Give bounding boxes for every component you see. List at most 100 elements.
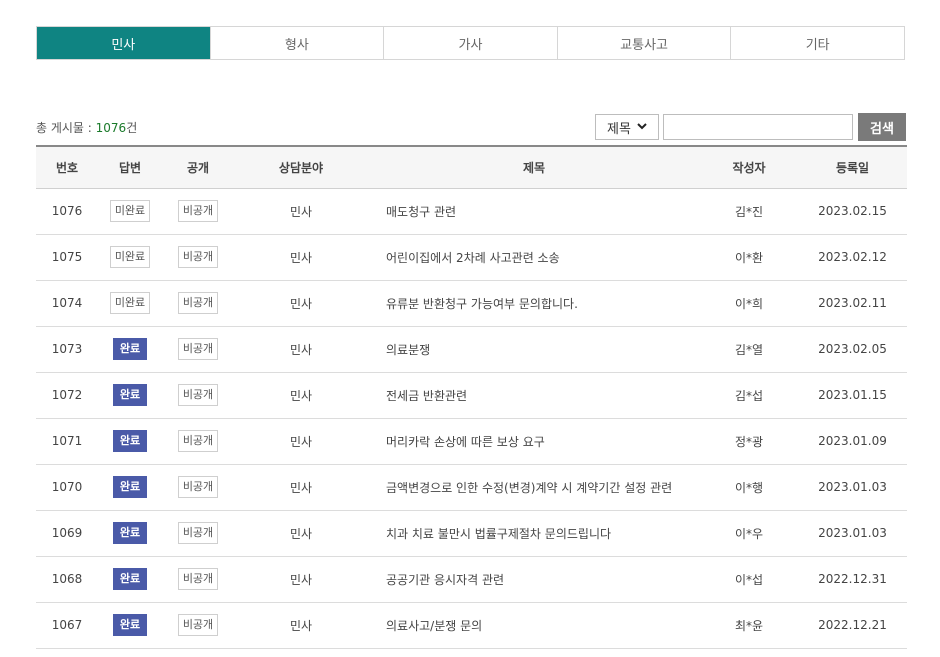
post-number: 1071 (51, 434, 83, 448)
post-title-link[interactable]: 치과 치료 불만시 법률구제절차 문의드립니다 (386, 527, 611, 541)
post-number: 1068 (51, 572, 83, 586)
post-number: 1069 (51, 526, 83, 540)
tab-other[interactable]: 기타 (730, 27, 904, 59)
total-posts-unit: 건 (126, 121, 138, 135)
visibility-cell: 비공개 (162, 556, 234, 602)
answer-status-badge: 미완료 (109, 292, 151, 314)
total-posts-label: 총 게시물 : (36, 121, 96, 135)
consultation-table: 번호 답변 공개 상담분야 제목 작성자 등록일 1076 미완료 비공개 민사 매도청… (36, 145, 907, 649)
answer-status-badge: 미완료 (109, 200, 151, 222)
answer-status-badge: 완료 (113, 338, 147, 360)
answer-status-badge: 완료 (113, 384, 147, 406)
consult-field: 민사 (289, 526, 313, 541)
table-row[interactable]: 1073 완료 비공개 민사 의료분쟁 김*열 2023.02.05 (36, 326, 907, 372)
post-author: 이*희 (734, 296, 764, 311)
post-title-link[interactable]: 금액변경으로 인한 수정(변경)계약 시 계약기간 설정 관련 (386, 481, 672, 495)
post-date: 2023.01.03 (818, 526, 887, 540)
visibility-badge: 비공개 (177, 430, 219, 452)
post-date: 2023.02.11 (818, 296, 887, 310)
post-title-link[interactable]: 의료사고/분쟁 문의 (386, 619, 482, 633)
post-title-cell: 어린이집에서 2차례 사고관련 소송 (368, 234, 700, 280)
post-title-cell: 의료분쟁 (368, 326, 700, 372)
post-number: 1075 (51, 250, 83, 264)
post-title-link[interactable]: 공공기관 응시자격 관련 (386, 573, 504, 587)
post-number: 1074 (51, 296, 83, 310)
post-author: 김*열 (734, 342, 764, 357)
visibility-cell: 비공개 (162, 372, 234, 418)
search-field-select[interactable]: 제목 (595, 114, 659, 140)
total-posts: 총 게시물 : 1076건 (36, 119, 137, 136)
visibility-cell: 비공개 (162, 418, 234, 464)
visibility-cell: 비공개 (162, 510, 234, 556)
col-title: 제목 (368, 145, 700, 189)
table-row[interactable]: 1068 완료 비공개 민사 공공기관 응시자격 관련 이*섭 2022.12.31 (36, 556, 907, 602)
post-title-link[interactable]: 의료분쟁 (386, 343, 430, 357)
visibility-badge: 비공개 (177, 614, 219, 636)
post-date: 2022.12.21 (818, 618, 887, 632)
answer-cell: 완료 (98, 556, 162, 602)
post-title-link[interactable]: 전세금 반환관련 (386, 389, 467, 403)
post-title-cell: 매도청구 관련 (368, 188, 700, 234)
post-title-cell: 공공기관 응시자격 관련 (368, 556, 700, 602)
visibility-badge: 비공개 (177, 522, 219, 544)
tab-criminal[interactable]: 형사 (209, 27, 384, 59)
post-number: 1076 (51, 204, 83, 218)
post-title-link[interactable]: 매도청구 관련 (386, 205, 456, 219)
post-title-cell: 유류분 반환청구 가능여부 문의합니다. (368, 280, 700, 326)
post-title-link[interactable]: 어린이집에서 2차례 사고관련 소송 (386, 251, 560, 265)
col-date: 등록일 (798, 145, 907, 189)
post-number: 1070 (51, 480, 83, 494)
post-title-link[interactable]: 머리카락 손상에 따른 보상 요구 (386, 435, 545, 449)
table-row[interactable]: 1072 완료 비공개 민사 전세금 반환관련 김*섭 2023.01.15 (36, 372, 907, 418)
col-visibility: 공개 (162, 145, 234, 189)
consult-field: 민사 (289, 434, 313, 449)
category-tabs: 민사 형사 가사 교통사고 기타 (36, 26, 905, 60)
search-button[interactable]: 검색 (858, 113, 906, 141)
tab-traffic-accident[interactable]: 교통사고 (556, 27, 731, 59)
answer-cell: 완료 (98, 510, 162, 556)
post-title-cell: 의료사고/분쟁 문의 (368, 602, 700, 648)
table-row[interactable]: 1074 미완료 비공개 민사 유류분 반환청구 가능여부 문의합니다. 이*희 2023.… (36, 280, 907, 326)
post-author: 이*환 (734, 250, 764, 265)
answer-status-badge: 완료 (113, 430, 147, 452)
visibility-badge: 비공개 (177, 200, 219, 222)
answer-cell: 완료 (98, 464, 162, 510)
post-date: 2023.01.03 (818, 480, 887, 494)
col-answer: 답변 (98, 145, 162, 189)
visibility-cell: 비공개 (162, 280, 234, 326)
consult-field: 민사 (289, 618, 313, 633)
post-title-cell: 머리카락 손상에 따른 보상 요구 (368, 418, 700, 464)
post-number: 1073 (51, 342, 83, 356)
post-author: 김*섭 (734, 388, 764, 403)
post-title-cell: 금액변경으로 인한 수정(변경)계약 시 계약기간 설정 관련 (368, 464, 700, 510)
answer-cell: 완료 (98, 326, 162, 372)
post-title-cell: 전세금 반환관련 (368, 372, 700, 418)
consult-field: 민사 (289, 296, 313, 311)
col-number: 번호 (36, 145, 98, 189)
post-title-link[interactable]: 유류분 반환청구 가능여부 문의합니다. (386, 297, 578, 311)
post-date: 2023.01.09 (818, 434, 887, 448)
table-row[interactable]: 1069 완료 비공개 민사 치과 치료 불만시 법률구제절차 문의드립니다 이*우 202… (36, 510, 907, 556)
consult-field: 민사 (289, 572, 313, 587)
visibility-cell: 비공개 (162, 602, 234, 648)
search-field-value: 제목 (607, 121, 631, 137)
table-row[interactable]: 1071 완료 비공개 민사 머리카락 손상에 따른 보상 요구 정*광 2023.01.0… (36, 418, 907, 464)
tab-civil[interactable]: 민사 (37, 27, 210, 59)
search-input[interactable] (663, 114, 853, 140)
answer-cell: 완료 (98, 602, 162, 648)
consult-field: 민사 (289, 204, 313, 219)
post-number: 1067 (51, 618, 83, 632)
consult-field: 민사 (289, 480, 313, 495)
table-row[interactable]: 1076 미완료 비공개 민사 매도청구 관련 김*진 2023.02.15 (36, 188, 907, 234)
table-row[interactable]: 1070 완료 비공개 민사 금액변경으로 인한 수정(변경)계약 시 계약기간 설정 … (36, 464, 907, 510)
tab-family[interactable]: 가사 (383, 27, 557, 59)
post-number: 1072 (51, 388, 83, 402)
post-date: 2023.01.15 (818, 388, 887, 402)
answer-status-badge: 완료 (113, 476, 147, 498)
answer-status-badge: 완료 (113, 614, 147, 636)
chevron-down-icon (637, 122, 647, 133)
table-row[interactable]: 1067 완료 비공개 민사 의료사고/분쟁 문의 최*윤 2022.12.21 (36, 602, 907, 648)
visibility-badge: 비공개 (177, 246, 219, 268)
table-row[interactable]: 1075 미완료 비공개 민사 어린이집에서 2차례 사고관련 소송 이*환 2023.02… (36, 234, 907, 280)
answer-cell: 미완료 (98, 234, 162, 280)
